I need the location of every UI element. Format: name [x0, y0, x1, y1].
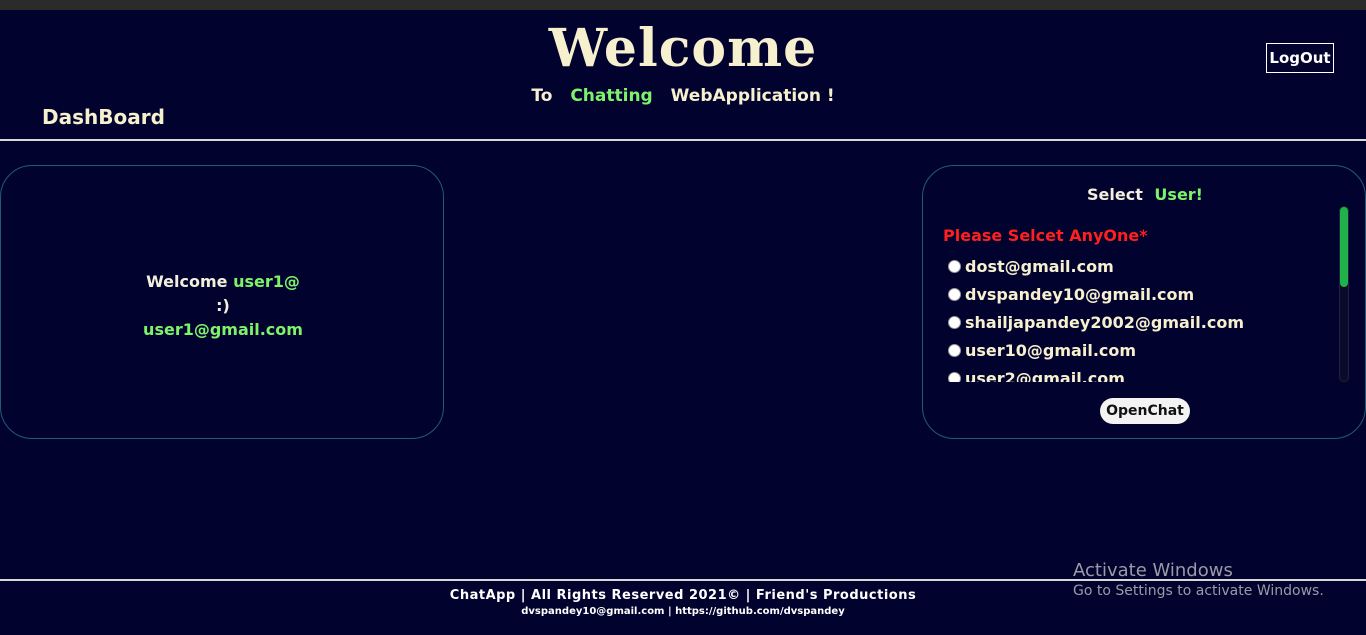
logout-button[interactable]: LogOut [1266, 43, 1334, 73]
select-warning: Please Selcet AnyOne* [943, 226, 1148, 245]
user-option-label: user10@gmail.com [965, 340, 1137, 360]
radio-button[interactable] [948, 371, 961, 382]
radio-button[interactable] [948, 259, 961, 273]
select-title-prefix: Select [1087, 185, 1143, 204]
activate-windows-watermark: Activate Windows Go to Settings to activ… [1073, 560, 1324, 599]
user-option-label: user2@gmail.com [965, 368, 1125, 383]
subtitle-suffix: WebApplication ! [670, 86, 835, 106]
welcome-username: user1@ [233, 272, 300, 291]
user-option[interactable]: shailjapandey2002@gmail.com [943, 308, 1343, 336]
user-list: Please Selcet AnyOne* dost@gmail.com dvs… [943, 226, 1343, 382]
user-option-label: dost@gmail.com [965, 256, 1114, 276]
header-divider [0, 139, 1366, 141]
dashboard-heading: DashBoard [42, 105, 165, 129]
user-option[interactable]: user10@gmail.com [943, 336, 1343, 364]
user-list-scrollbar[interactable] [1339, 206, 1349, 382]
user-option[interactable]: user2@gmail.com [943, 364, 1343, 382]
welcome-smile: :) [216, 296, 230, 315]
subtitle-prefix: To [531, 86, 553, 106]
footer-contact: dvspandey10@gmail.com | https://github.c… [521, 606, 845, 617]
page-subtitle: To Chatting WebApplication ! [0, 86, 1366, 106]
open-chat-button[interactable]: OpenChat [1100, 398, 1190, 424]
watermark-title: Activate Windows [1073, 560, 1233, 581]
select-user-title: Select User! [923, 185, 1366, 204]
scrollbar-thumb[interactable] [1340, 207, 1348, 287]
user-select-card: Select User! Please Selcet AnyOne* dost@… [922, 165, 1366, 439]
browser-top-strip [0, 0, 1366, 10]
select-title-highlight: User! [1154, 185, 1203, 204]
welcome-block: Welcome user1@ :) user1@gmail.com [1, 270, 445, 342]
subtitle-highlight: Chatting [570, 86, 653, 106]
welcome-prefix: Welcome [146, 272, 228, 291]
welcome-line: Welcome user1@ [1, 270, 445, 294]
user-option-label: shailjapandey2002@gmail.com [965, 312, 1244, 332]
page-title: Welcome [548, 18, 818, 79]
profile-card: Welcome user1@ :) user1@gmail.com [0, 165, 444, 439]
radio-button[interactable] [948, 343, 961, 357]
radio-button[interactable] [948, 315, 961, 329]
user-email: user1@gmail.com [143, 320, 303, 339]
user-option-label: dvspandey10@gmail.com [965, 284, 1195, 304]
watermark-subtitle: Go to Settings to activate Windows. [1073, 583, 1324, 599]
user-option[interactable]: dost@gmail.com [943, 252, 1343, 280]
radio-button[interactable] [948, 287, 961, 301]
user-option[interactable]: dvspandey10@gmail.com [943, 280, 1343, 308]
